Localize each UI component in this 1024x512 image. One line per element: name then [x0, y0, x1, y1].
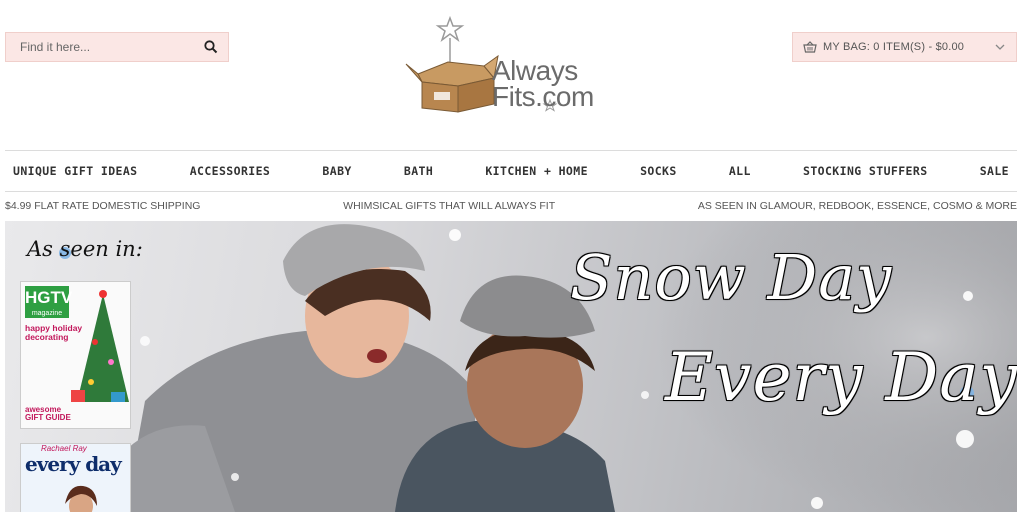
nav-item-socks[interactable]: SOCKS [640, 164, 677, 178]
main-nav: UNIQUE GIFT IDEAS ACCESSORIES BABY BATH … [5, 150, 1017, 192]
promo-bar: $4.99 FLAT RATE DOMESTIC SHIPPING WHIMSI… [5, 199, 1017, 213]
magazine-cover-hgtv: HGTV magazine happy holiday decorating a… [20, 281, 131, 429]
search-icon[interactable] [204, 40, 218, 54]
search-input[interactable] [20, 40, 204, 54]
hgtv-gift-guide: awesome GIFT GUIDE [25, 405, 71, 422]
nav-item-kitchen-home[interactable]: KITCHEN + HOME [485, 164, 588, 178]
site-logo[interactable]: Always Fits.com [398, 14, 624, 118]
hero-headline-line1: Snow Day [570, 241, 893, 314]
promo-shipping: $4.99 FLAT RATE DOMESTIC SHIPPING [5, 200, 201, 212]
promo-tagline: WHIMSICAL GIFTS THAT WILL ALWAYS FIT [343, 200, 556, 212]
hero-headline-line2: Every Day! [665, 339, 1017, 416]
magazine-cover-every-day: Rachael Ray every day [20, 443, 131, 512]
nav-item-bath[interactable]: BATH [404, 164, 433, 178]
search-box[interactable] [5, 32, 229, 62]
nav-item-stocking-stuffers[interactable]: STOCKING STUFFERS [803, 164, 928, 178]
logo-wordmark: Always Fits.com [492, 57, 594, 112]
basket-icon [803, 41, 817, 53]
nav-item-sale[interactable]: SALE [980, 164, 1009, 178]
nav-item-accessories[interactable]: ACCESSORIES [190, 164, 271, 178]
as-seen-in-label: As seen in: [27, 237, 143, 261]
nav-item-all[interactable]: ALL [729, 164, 751, 178]
cart-dropdown[interactable]: MY BAG: 0 ITEM(S) - $0.00 [792, 32, 1017, 62]
promo-press: AS SEEN IN GLAMOUR, REDBOOK, ESSENCE, CO… [697, 200, 1017, 212]
hero-banner[interactable]: As seen in: HGTV magazine happy holiday … [5, 221, 1017, 512]
logo-text-line2: Fits.com [492, 81, 594, 112]
nav-item-baby[interactable]: BABY [322, 164, 351, 178]
nav-item-unique-gift-ideas[interactable]: UNIQUE GIFT IDEAS [13, 164, 138, 178]
cover-person-icon [65, 485, 97, 512]
cart-label: MY BAG: 0 ITEM(S) - $0.00 [823, 41, 965, 53]
chevron-down-icon[interactable] [994, 41, 1006, 53]
